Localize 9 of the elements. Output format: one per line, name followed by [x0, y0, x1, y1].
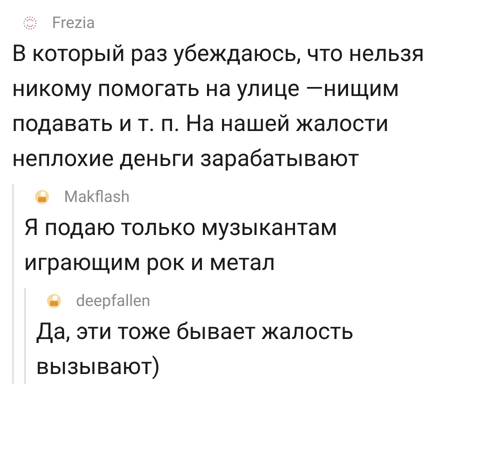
comment-text: В который раз убеждаюсь, что нельзя никому помогать на улице —нищим подавать и т. п. На нашей жалости неплохие деньги зарабатывают — [12, 39, 426, 174]
comment-text: Я подаю только музыкантам играющим рок и метал — [24, 213, 338, 278]
username[interactable]: Frezia — [52, 11, 95, 35]
comment-text: Да, эти тоже бывает жалость вызывают) — [36, 317, 355, 382]
username[interactable]: deepfallen — [76, 289, 150, 313]
avatar-icon — [46, 293, 62, 309]
username[interactable]: Makflash — [64, 185, 130, 209]
avatar-icon — [22, 15, 38, 31]
avatar-icon — [34, 189, 50, 205]
